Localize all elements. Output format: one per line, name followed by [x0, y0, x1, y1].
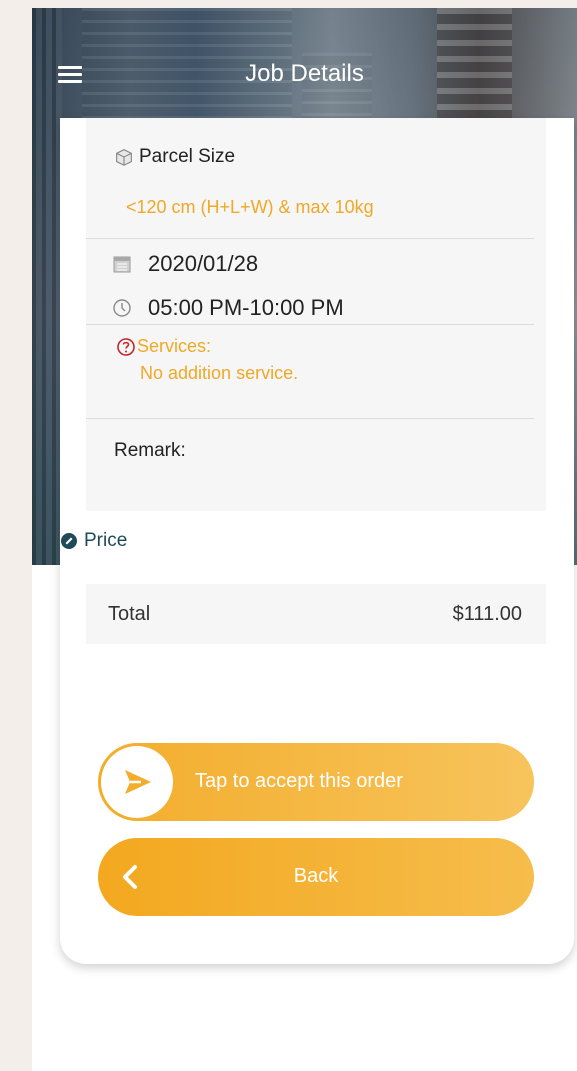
calendar-icon: [113, 256, 131, 273]
divider: [86, 238, 534, 239]
time-row: 05:00 PM-10:00 PM: [112, 295, 344, 321]
job-details-card: Parcel Size <120 cm (H+L+W) & max 10kg 2…: [60, 118, 574, 964]
parcel-size-label: Parcel Size: [139, 146, 236, 167]
services-heading: Services:: [116, 336, 211, 357]
divider: [86, 418, 534, 419]
services-value: No addition service.: [140, 363, 299, 383]
send-arrow-icon: [125, 770, 151, 794]
clock-icon: [113, 299, 131, 317]
date-row: 2020/01/28: [112, 251, 258, 277]
total-row: Total $111.00: [86, 584, 546, 644]
accept-order-label: Tap to accept this order: [195, 770, 403, 792]
remark-label: Remark:: [114, 440, 186, 461]
price-heading: Price: [60, 530, 127, 552]
time-value: 05:00 PM-10:00 PM: [148, 295, 344, 320]
accept-slider-knob[interactable]: [101, 746, 173, 818]
price-label: Price: [84, 530, 128, 551]
job-info-panel: Parcel Size <120 cm (H+L+W) & max 10kg 2…: [86, 118, 546, 511]
total-value: $111.00: [452, 603, 522, 625]
question-circle-icon: [117, 337, 135, 356]
building-shape: [32, 8, 62, 565]
divider: [86, 324, 534, 325]
parcel-size-heading: Parcel Size: [113, 146, 235, 168]
total-label: Total: [108, 603, 151, 625]
price-tag-icon: [61, 533, 77, 549]
phone-screen: Job Details Parcel Size <120 cm (H+L+W) …: [32, 8, 577, 1071]
parcel-size-value: <120 cm (H+L+W) & max 10kg: [126, 197, 374, 217]
back-button[interactable]: Back: [98, 838, 534, 916]
back-label: Back: [293, 865, 339, 887]
page-title: Job Details: [245, 60, 364, 87]
accept-order-slider[interactable]: Tap to accept this order: [98, 743, 534, 821]
services-label: Services:: [137, 336, 212, 356]
box-icon: [116, 149, 132, 166]
date-value: 2020/01/28: [148, 251, 259, 276]
